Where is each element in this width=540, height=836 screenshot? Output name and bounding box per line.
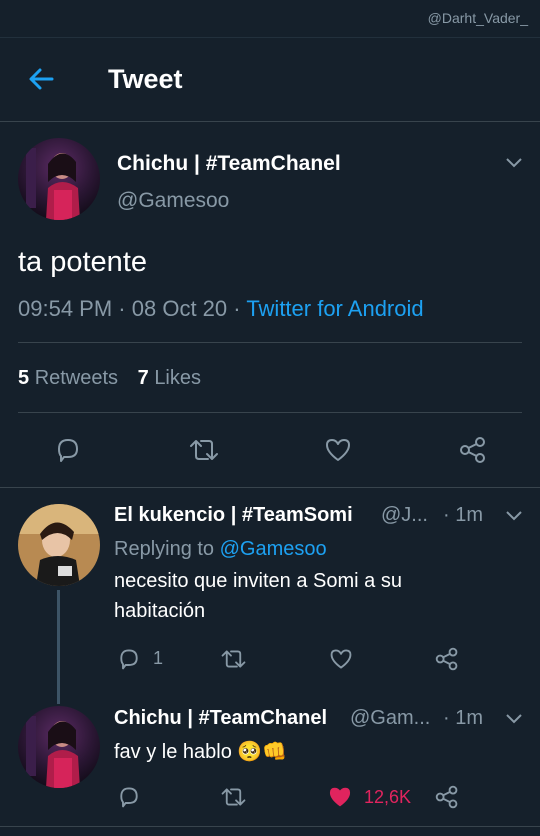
avatar-image	[18, 706, 100, 788]
reply-time: · 1m	[443, 707, 483, 729]
reply-text-body: fav y le hablo	[114, 741, 232, 763]
tweet-text: ta potente	[18, 246, 147, 278]
author-name[interactable]: Chichu | #TeamChanel	[117, 152, 341, 176]
avatar-image	[18, 138, 100, 220]
heart-icon[interactable]	[324, 436, 352, 464]
retweets-count: 5	[18, 367, 30, 389]
divider	[18, 342, 522, 343]
replying-to-handle[interactable]: @Gamesoo	[220, 538, 327, 560]
status-bar: @Darht_Vader_	[0, 0, 540, 38]
chevron-down-icon[interactable]	[505, 509, 523, 521]
tweet-stats: 5 Retweets 7 Likes	[18, 367, 201, 390]
likes-stat[interactable]: 7 Likes	[138, 367, 201, 389]
separator-dot: ·	[118, 296, 126, 321]
reply-time: · 1m	[443, 504, 483, 526]
watermark: @Darht_Vader_	[427, 10, 528, 26]
tweet-source-link[interactable]: Twitter for Android	[246, 296, 423, 321]
divider	[18, 412, 522, 413]
chevron-down-icon[interactable]	[505, 156, 523, 168]
tweet-time: 09:54 PM	[18, 296, 113, 321]
reply-icon[interactable]	[54, 436, 82, 464]
avatar[interactable]	[18, 138, 100, 220]
author-handle[interactable]: @Gamesoo	[117, 189, 229, 213]
share-icon[interactable]	[434, 785, 460, 809]
reply-text: fav y le hablo 🥺👊	[114, 739, 287, 764]
chevron-down-icon[interactable]	[505, 712, 523, 724]
heart-icon[interactable]	[329, 647, 353, 671]
likes-label: Likes	[154, 367, 202, 389]
reply-count: 1	[153, 648, 164, 668]
retweet-icon[interactable]	[220, 785, 247, 809]
retweet-icon[interactable]	[220, 647, 247, 671]
header	[0, 38, 540, 122]
reply-author-name[interactable]: Chichu | #TeamChanel	[114, 707, 327, 730]
retweet-icon[interactable]	[188, 436, 220, 464]
share-icon[interactable]	[458, 436, 488, 464]
divider	[0, 487, 540, 488]
reply-text-line: habitación	[114, 600, 206, 622]
reply-author-handle[interactable]: @Gam...	[350, 707, 430, 730]
retweets-label: Retweets	[34, 367, 119, 389]
avatar-image	[18, 504, 100, 586]
reply-icon[interactable]	[117, 647, 141, 671]
reply-icon[interactable]	[117, 785, 141, 809]
avatar[interactable]	[18, 706, 100, 788]
heart-filled-icon[interactable]	[327, 785, 353, 809]
divider	[0, 826, 540, 827]
like-count: 12,6K	[364, 787, 412, 807]
reply-author-name[interactable]: El kukencio | #TeamSomi	[114, 504, 353, 527]
reply-author-handle[interactable]: @J...	[381, 504, 428, 527]
avatar[interactable]	[18, 504, 100, 586]
replying-label: Replying to	[114, 538, 215, 560]
page-title: Tweet	[108, 64, 183, 94]
separator-dot: ·	[233, 296, 241, 321]
replying-to: Replying to @Gamesoo	[114, 538, 327, 561]
retweets-stat[interactable]: 5 Retweets	[18, 367, 124, 389]
emoji: 🥺👊	[237, 741, 288, 763]
share-icon[interactable]	[434, 647, 460, 671]
likes-count: 7	[137, 367, 149, 389]
tweet-meta: 09:54 PM · 08 Oct 20 · Twitter for Andro…	[18, 296, 424, 322]
thread-line	[57, 590, 60, 704]
reply-text-line: necesito que inviten a Somi a su	[114, 570, 402, 592]
back-arrow-icon[interactable]	[26, 64, 56, 94]
tweet-date: 08 Oct 20	[131, 296, 228, 321]
